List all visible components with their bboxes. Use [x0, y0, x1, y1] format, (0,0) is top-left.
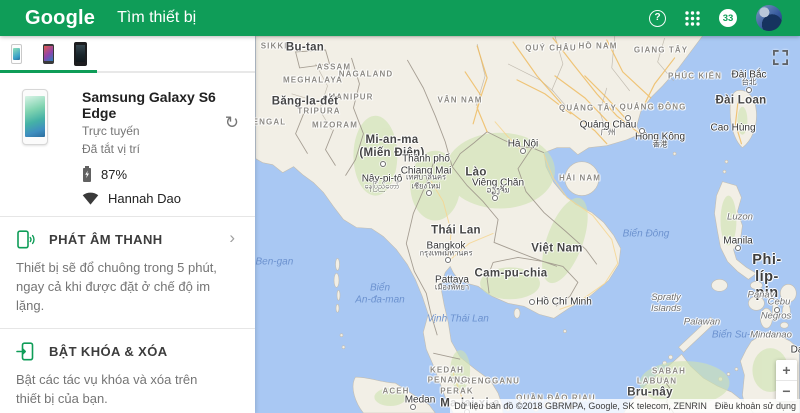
avatar[interactable]: [756, 5, 782, 31]
device-location-status: Đã tắt vị trí: [82, 142, 141, 156]
zoom-controls: + −: [776, 360, 797, 401]
question-mark-icon: ?: [654, 12, 661, 23]
fullscreen-icon: [772, 49, 788, 65]
device-tabs: [0, 36, 255, 73]
ring-sound-button[interactable]: PHÁT ÂM THANH ›: [16, 217, 239, 258]
chevron-right-icon: ›: [229, 228, 235, 247]
device-photo: [22, 89, 48, 145]
device-info: Samsung Galaxy S6 Edge Trực tuyến Đã tắt…: [82, 89, 239, 206]
map-base-layer: [255, 36, 800, 413]
battery-level: 87%: [101, 166, 128, 182]
zoom-out-button[interactable]: −: [776, 381, 797, 401]
device-thumbnail: [43, 43, 54, 64]
action-description: Bật các tác vụ khóa và xóa trên thiết bị…: [16, 372, 198, 406]
page-title: Tìm thiết bị: [117, 9, 197, 26]
device-thumbnail: [11, 43, 22, 64]
device-card: Samsung Galaxy S6 Edge Trực tuyến Đã tắt…: [0, 73, 255, 216]
wifi-icon: [82, 192, 99, 205]
network-name: Hannah Dao: [108, 191, 181, 206]
device-thumbnail: [74, 41, 87, 66]
map-attribution: Dữ liệu bản đồ ©2018 GBRMPA, Google, SK …: [450, 399, 711, 413]
help-button[interactable]: ?: [649, 9, 666, 27]
refresh-icon[interactable]: ↻: [225, 115, 239, 132]
device-tab-2[interactable]: [41, 43, 56, 64]
header-actions: ? 33: [649, 5, 782, 31]
terms-link[interactable]: Điều khoản sử dụng: [715, 401, 796, 411]
grid-dots: [685, 10, 700, 26]
ring-phone-icon: [17, 230, 35, 249]
fullscreen-button[interactable]: [768, 45, 792, 69]
zoom-in-button[interactable]: +: [776, 360, 797, 380]
map-attribution-bar: Dữ liệu bản đồ ©2018 GBRMPA, Google, SK …: [450, 399, 800, 413]
google-logo[interactable]: Google: [25, 7, 95, 30]
app-header: Google Tìm thiết bị ? 33: [0, 0, 800, 36]
action-ring-section: PHÁT ÂM THANH › Thiết bị sẽ đổ chuông tr…: [0, 217, 255, 328]
device-tab-3[interactable]: [73, 41, 88, 66]
action-lock-erase-section: BẬT KHÓA & XÓA Bật các tác vụ khóa và xó…: [0, 329, 255, 413]
device-status: Trực tuyến: [82, 124, 140, 138]
device-photo-screen: [25, 96, 45, 137]
action-description: Thiết bị sẽ đổ chuông trong 5 phút, ngay…: [16, 260, 217, 313]
lock-erase-phone-icon: [16, 342, 34, 361]
apps-grid-icon[interactable]: [685, 10, 700, 26]
action-title: PHÁT ÂM THANH: [49, 232, 163, 247]
device-name: Samsung Galaxy S6 Edge: [82, 89, 216, 121]
device-tab-1[interactable]: [9, 43, 24, 64]
find-my-device-app: Google Tìm thiết bị ? 33 Samsung Galaxy …: [0, 0, 800, 413]
lock-erase-button[interactable]: BẬT KHÓA & XÓA: [16, 329, 239, 370]
battery-icon: [83, 166, 91, 182]
device-panel: Samsung Galaxy S6 Edge Trực tuyến Đã tắt…: [0, 36, 255, 413]
notification-badge[interactable]: 33: [719, 9, 737, 27]
action-title: BẬT KHÓA & XÓA: [49, 344, 168, 359]
map-canvas[interactable]: SIKKIM Bu-tan ASSAM NAGALAND MEGHALAYA MANIPU…: [255, 36, 800, 413]
